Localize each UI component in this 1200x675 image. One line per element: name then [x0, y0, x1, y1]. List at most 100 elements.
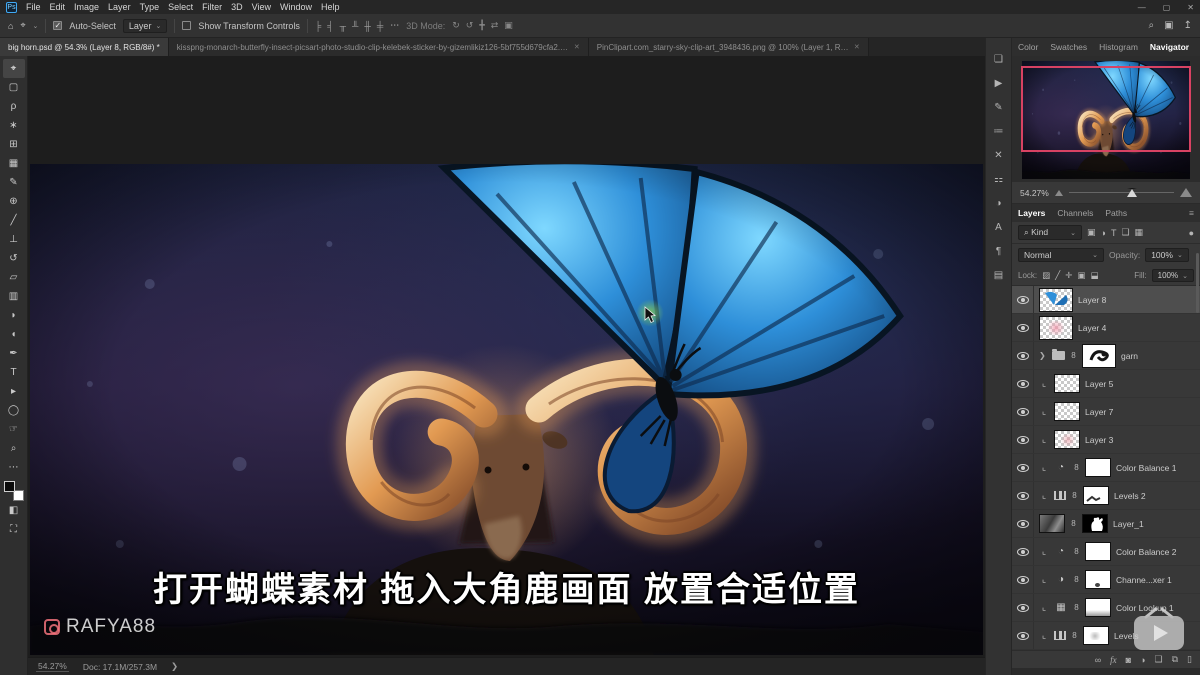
layer-name[interactable]: Layer 8 — [1078, 295, 1106, 305]
mask-link-icon[interactable]: 8 — [1070, 519, 1077, 528]
history-panel-icon[interactable]: ❏ — [994, 54, 1003, 65]
navigator-preview[interactable] — [1012, 56, 1200, 182]
lock-all-icon[interactable]: ⬓ — [1090, 270, 1098, 281]
layer-thumbnail[interactable] — [1039, 316, 1073, 340]
filter-pixel-icon[interactable]: ▣ — [1087, 227, 1096, 238]
distribute-h-icon[interactable]: ╪ — [377, 21, 383, 31]
auto-select-target-dropdown[interactable]: Layer⌄ — [123, 19, 167, 33]
frame-tool[interactable]: ▦ — [3, 154, 25, 173]
layer-name[interactable]: Levels 2 — [1114, 491, 1146, 501]
mask-link-icon[interactable]: 8 — [1073, 463, 1080, 472]
edit-toolbar-icon[interactable]: ⋯ — [3, 458, 25, 477]
layer-row-color-balance-2[interactable]: ⌞ ◔ 8 Color Balance 2 — [1012, 538, 1200, 566]
hand-tool[interactable]: ☞ — [3, 420, 25, 439]
layer-thumbnail[interactable] — [1054, 402, 1080, 421]
tab-layers[interactable]: Layers — [1018, 208, 1045, 218]
3d-scale-icon[interactable]: ▣ — [504, 20, 513, 31]
navigator-view-box[interactable] — [1021, 66, 1191, 152]
clone-stamp-tool[interactable]: ⊥ — [3, 230, 25, 249]
filter-toggle-icon[interactable]: ● — [1189, 228, 1194, 238]
visibility-eye-icon[interactable] — [1017, 296, 1029, 304]
layer-mask-thumbnail[interactable] — [1083, 486, 1109, 505]
lock-artboard-icon[interactable]: ▣ — [1077, 270, 1085, 281]
align-bottom-icon[interactable]: ╨ — [352, 21, 358, 31]
group-mask-thumbnail[interactable] — [1082, 344, 1116, 368]
layers-scrollbar[interactable] — [1196, 253, 1199, 313]
move-tool-icon[interactable]: ⌖ — [20, 20, 25, 31]
visibility-eye-icon[interactable] — [1017, 576, 1029, 584]
status-chevron-icon[interactable]: ❯ — [171, 661, 178, 672]
layer-name[interactable]: Layer 7 — [1085, 407, 1113, 417]
marquee-tool[interactable]: ▢ — [3, 78, 25, 97]
layer-row-layer-5[interactable]: ⌞ Layer 5 — [1012, 370, 1200, 398]
mask-link-icon[interactable]: 8 — [1071, 631, 1078, 640]
layer-mask-thumbnail[interactable] — [1085, 542, 1111, 561]
menu-edit[interactable]: Edit — [50, 2, 66, 12]
eraser-tool[interactable]: ▱ — [3, 268, 25, 287]
layer-row-channel-mixer-1[interactable]: ⌞ ◑ 8 Channe...xer 1 — [1012, 566, 1200, 594]
opacity-field[interactable]: 100%⌄ — [1145, 248, 1189, 262]
menu-view[interactable]: View — [252, 2, 271, 12]
more-options-icon[interactable]: ⋯ — [390, 20, 399, 31]
tab-color[interactable]: Color — [1018, 42, 1038, 52]
layer-row-layer-3[interactable]: ⌞ Layer 3 — [1012, 426, 1200, 454]
tool-preset-caret-icon[interactable]: ⌄ — [33, 22, 39, 30]
new-group-icon[interactable]: ❑ — [1155, 654, 1163, 665]
layer-row-color-balance-1[interactable]: ⌞ ◔ 8 Color Balance 1 — [1012, 454, 1200, 482]
mask-link-icon[interactable]: 8 — [1073, 575, 1080, 584]
layer-row-layer-4[interactable]: Layer 4 — [1012, 314, 1200, 342]
tab-paths[interactable]: Paths — [1105, 208, 1127, 218]
mask-link-icon[interactable]: 8 — [1070, 351, 1077, 360]
layer-mask-thumbnail[interactable] — [1085, 598, 1111, 617]
paragraph-panel-icon[interactable]: ¶ — [996, 246, 1001, 257]
lock-pixels-icon[interactable]: ╱ — [1055, 270, 1060, 281]
brush-settings-panel-icon[interactable]: ✎ — [994, 102, 1002, 113]
layer-name[interactable]: Layer 5 — [1085, 379, 1113, 389]
libraries-panel-icon[interactable]: ▤ — [994, 270, 1003, 281]
layer-name[interactable]: Layer 4 — [1078, 323, 1106, 333]
menu-3d[interactable]: 3D — [231, 2, 243, 12]
link-layers-icon[interactable]: ∞ — [1095, 655, 1101, 665]
close-button[interactable]: ✕ — [1187, 3, 1194, 12]
tab-close-icon[interactable]: ✕ — [854, 43, 860, 51]
tab-swatches[interactable]: Swatches — [1050, 42, 1087, 52]
clone-source-panel-icon[interactable]: ≔ — [994, 126, 1004, 137]
visibility-eye-icon[interactable] — [1017, 492, 1029, 500]
visibility-eye-icon[interactable] — [1017, 436, 1029, 444]
layer-name[interactable]: Color Balance 1 — [1116, 463, 1176, 473]
lasso-tool[interactable]: ρ — [3, 97, 25, 116]
distribute-v-icon[interactable]: ╫ — [364, 21, 370, 31]
3d-pan-icon[interactable]: ╋ — [479, 20, 484, 31]
add-adjustment-icon[interactable]: ◑ — [1140, 655, 1145, 665]
layer-row-layer-8[interactable]: Layer 8 — [1012, 286, 1200, 314]
3d-slide-icon[interactable]: ⇄ — [491, 20, 499, 31]
menu-file[interactable]: File — [26, 2, 41, 12]
layer-name[interactable]: Channe...xer 1 — [1116, 575, 1172, 585]
path-selection-tool[interactable]: ▸ — [3, 382, 25, 401]
mask-link-icon[interactable]: 8 — [1073, 547, 1080, 556]
move-tool[interactable]: ⌖ — [3, 59, 25, 78]
menu-help[interactable]: Help — [321, 2, 340, 12]
menu-type[interactable]: Type — [140, 2, 160, 12]
menu-select[interactable]: Select — [168, 2, 193, 12]
3d-roll-icon[interactable]: ↺ — [466, 20, 474, 31]
new-layer-icon[interactable]: ⧉ — [1172, 654, 1178, 665]
visibility-eye-icon[interactable] — [1017, 548, 1029, 556]
zoom-in-icon[interactable] — [1180, 188, 1192, 197]
tab-navigator[interactable]: Navigator — [1150, 42, 1189, 52]
add-mask-icon[interactable]: ◙ — [1126, 655, 1131, 665]
quick-mask-icon[interactable]: ◧ — [3, 501, 25, 520]
layer-row-group-garn[interactable]: ❯ 8 garn — [1012, 342, 1200, 370]
layer-row-layer-1[interactable]: 8 Layer_1 — [1012, 510, 1200, 538]
auto-select-checkbox[interactable]: ✓ — [53, 21, 62, 30]
mask-link-icon[interactable]: 8 — [1073, 603, 1080, 612]
layer-thumbnail[interactable] — [1039, 514, 1065, 533]
menu-layer[interactable]: Layer — [108, 2, 131, 12]
menu-filter[interactable]: Filter — [202, 2, 222, 12]
pen-tool[interactable]: ✒ — [3, 344, 25, 363]
visibility-eye-icon[interactable] — [1017, 408, 1029, 416]
gradient-tool[interactable]: ▥ — [3, 287, 25, 306]
home-icon[interactable]: ⌂ — [8, 21, 13, 31]
shape-tool[interactable]: ◯ — [3, 401, 25, 420]
minimize-button[interactable]: — — [1138, 3, 1146, 12]
